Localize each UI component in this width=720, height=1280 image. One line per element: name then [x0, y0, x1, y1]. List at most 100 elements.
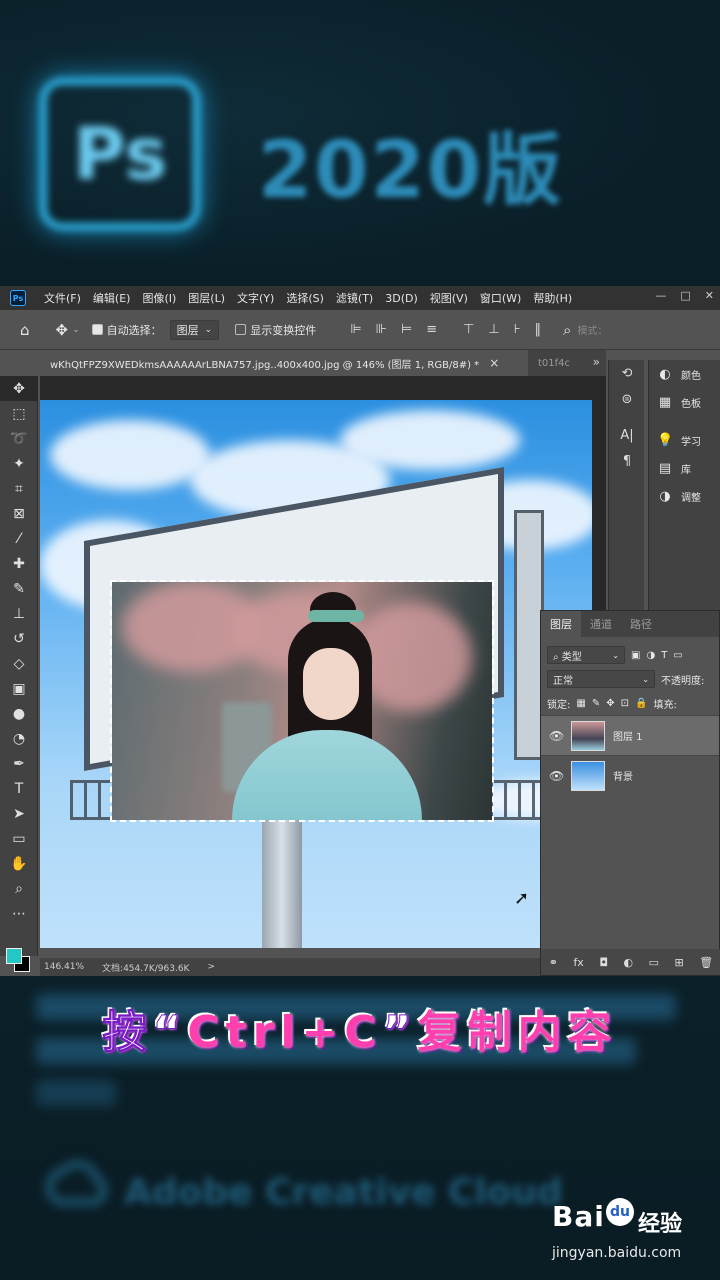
adjustment-layer-icon[interactable]: ◐ [624, 956, 634, 969]
pasted-photo-layer[interactable] [110, 580, 494, 822]
history-brush-icon[interactable]: ↺ [0, 626, 38, 651]
layer-filter-dropdown[interactable]: ⌕ 类型 ⌄ [547, 646, 625, 664]
distribute-icon[interactable]: ≡ [426, 322, 437, 337]
chevron-down-icon[interactable]: ⌄ [72, 325, 80, 335]
eye-icon[interactable]: 👁 [549, 729, 564, 743]
panel-swatches[interactable]: ▦ 色板 [649, 388, 720, 416]
shape-tool-icon[interactable]: ▭ [0, 826, 38, 851]
pen-tool-icon[interactable]: ✒ [0, 751, 38, 776]
home-icon[interactable]: ⌂ [20, 321, 30, 339]
filter-shape-icon[interactable]: ▭ [673, 650, 682, 661]
zoom-level[interactable]: 146.41% [44, 962, 84, 972]
tab-document-inactive[interactable]: t01f4c [528, 350, 570, 376]
layer-row-background[interactable]: 👁 背景 [541, 755, 719, 795]
close-icon[interactable]: × [489, 356, 499, 370]
move-tool-icon[interactable]: ✥ [56, 321, 69, 339]
search-icon[interactable]: ⌕ [563, 321, 571, 339]
menu-edit[interactable]: 编辑(E) [93, 290, 131, 306]
panel-libraries[interactable]: ▤ 库 [649, 454, 720, 482]
status-menu-icon[interactable]: > [207, 962, 215, 972]
auto-select-dropdown[interactable]: 图层 ⌄ [169, 319, 220, 340]
filter-adjustment-icon[interactable]: ◑ [646, 650, 655, 661]
new-group-icon[interactable]: ▭ [649, 956, 659, 969]
eyedropper-icon[interactable]: ⁄ [0, 526, 38, 551]
panel-adjustments[interactable]: ◑ 调整 [649, 482, 720, 510]
show-transform-checkbox[interactable] [235, 324, 247, 335]
more-tools-icon[interactable]: ⋯ [0, 901, 38, 926]
menu-select[interactable]: 选择(S) [286, 290, 324, 306]
character-icon[interactable]: A| [609, 422, 645, 448]
layer-thumbnail [571, 760, 605, 791]
eraser-icon[interactable]: ◇ [0, 651, 38, 676]
lock-image-icon[interactable]: ✎ [592, 698, 600, 709]
panel-learn[interactable]: 💡 学习 [649, 426, 720, 454]
align-bottom-icon[interactable]: ⊦ [514, 322, 521, 337]
app-icon[interactable]: Ps [10, 290, 26, 306]
align-middle-icon[interactable]: ⊥ [488, 322, 499, 337]
menu-type[interactable]: 文字(Y) [237, 290, 274, 306]
filter-type-icon[interactable]: T [661, 650, 667, 661]
tab-layers[interactable]: 图层 [541, 611, 581, 637]
path-select-icon[interactable]: ➤ [0, 801, 38, 826]
properties-icon[interactable]: ⊜ [609, 386, 645, 412]
magic-wand-icon[interactable]: ✦ [0, 451, 38, 476]
menu-image[interactable]: 图像(I) [142, 290, 176, 306]
align-right-icon[interactable]: ⊨ [401, 322, 412, 337]
menu-help[interactable]: 帮助(H) [533, 290, 572, 306]
new-layer-icon[interactable]: ⊞ [674, 956, 683, 969]
close-window-icon[interactable]: ✕ [705, 289, 714, 302]
healing-brush-icon[interactable]: ✚ [0, 551, 38, 576]
auto-select-checkbox[interactable] [91, 324, 103, 335]
zoom-tool-icon[interactable]: ⌕ [0, 876, 38, 901]
layer-row-layer1[interactable]: 👁 图层 1 [541, 715, 719, 755]
menu-filter[interactable]: 滤镜(T) [336, 290, 373, 306]
document-canvas[interactable]: ➚ [40, 400, 592, 948]
panel-color[interactable]: ◐ 颜色 [649, 360, 720, 388]
align-top-icon[interactable]: ⊤ [463, 322, 474, 337]
lasso-tool-icon[interactable]: ➰ [0, 426, 38, 451]
tabs-overflow-icon[interactable]: » [593, 355, 600, 369]
document-tabs: wKhQtFPZ9XWEDkmsAAAAAArLBNA757.jpg..400x… [40, 350, 606, 376]
lock-artboard-icon[interactable]: ⊡ [621, 698, 629, 709]
lock-all-icon[interactable]: 🔒 [635, 698, 647, 709]
photoshop-logo: Ps [40, 78, 200, 230]
stamp-tool-icon[interactable]: ⊥ [0, 601, 38, 626]
tab-paths[interactable]: 路径 [621, 611, 661, 637]
gradient-tool-icon[interactable]: ▣ [0, 676, 38, 701]
menu-layer[interactable]: 图层(L) [188, 290, 225, 306]
minimize-icon[interactable]: — [655, 289, 666, 302]
blend-row: 正常 ⌄ 不透明度: [541, 667, 719, 691]
history-icon[interactable]: ⟲ [609, 360, 645, 386]
distribute-vertical-icon[interactable]: ‖ [535, 322, 542, 337]
blur-tool-icon[interactable]: ● [0, 701, 38, 726]
menu-view[interactable]: 视图(V) [430, 290, 468, 306]
dodge-tool-icon[interactable]: ◔ [0, 726, 38, 751]
foreground-color-swatch[interactable] [6, 948, 22, 964]
maximize-icon[interactable]: □ [680, 289, 690, 302]
add-mask-icon[interactable]: ◘ [599, 956, 608, 969]
lock-position-icon[interactable]: ✥ [606, 698, 614, 709]
type-tool-icon[interactable]: T [0, 776, 38, 801]
hand-tool-icon[interactable]: ✋ [0, 851, 38, 876]
filter-pixel-icon[interactable]: ▣ [631, 650, 640, 661]
crop-tool-icon[interactable]: ⌗ [0, 476, 38, 501]
layer-style-icon[interactable]: fx [573, 956, 583, 969]
blend-mode-dropdown[interactable]: 正常 ⌄ [547, 670, 655, 688]
marquee-tool-icon[interactable]: ⬚ [0, 401, 38, 426]
tab-document-active[interactable]: wKhQtFPZ9XWEDkmsAAAAAArLBNA757.jpg..400x… [40, 350, 528, 376]
delete-layer-icon[interactable]: 🗑 [699, 956, 713, 969]
menu-window[interactable]: 窗口(W) [480, 290, 521, 306]
color-palette-icon: ◐ [659, 366, 671, 382]
brush-tool-icon[interactable]: ✎ [0, 576, 38, 601]
tab-channels[interactable]: 通道 [581, 611, 621, 637]
align-center-icon[interactable]: ⊪ [376, 322, 387, 337]
align-left-icon[interactable]: ⊫ [350, 322, 361, 337]
menu-file[interactable]: 文件(F) [44, 290, 81, 306]
frame-tool-icon[interactable]: ⊠ [0, 501, 38, 526]
link-layers-icon[interactable]: ⚭ [549, 956, 558, 969]
lock-transparent-icon[interactable]: ▦ [576, 698, 585, 709]
eye-icon[interactable]: 👁 [549, 769, 564, 783]
paragraph-icon[interactable]: ¶ [609, 448, 645, 474]
menu-3d[interactable]: 3D(D) [385, 292, 418, 305]
move-tool-icon[interactable]: ✥ [0, 376, 38, 401]
